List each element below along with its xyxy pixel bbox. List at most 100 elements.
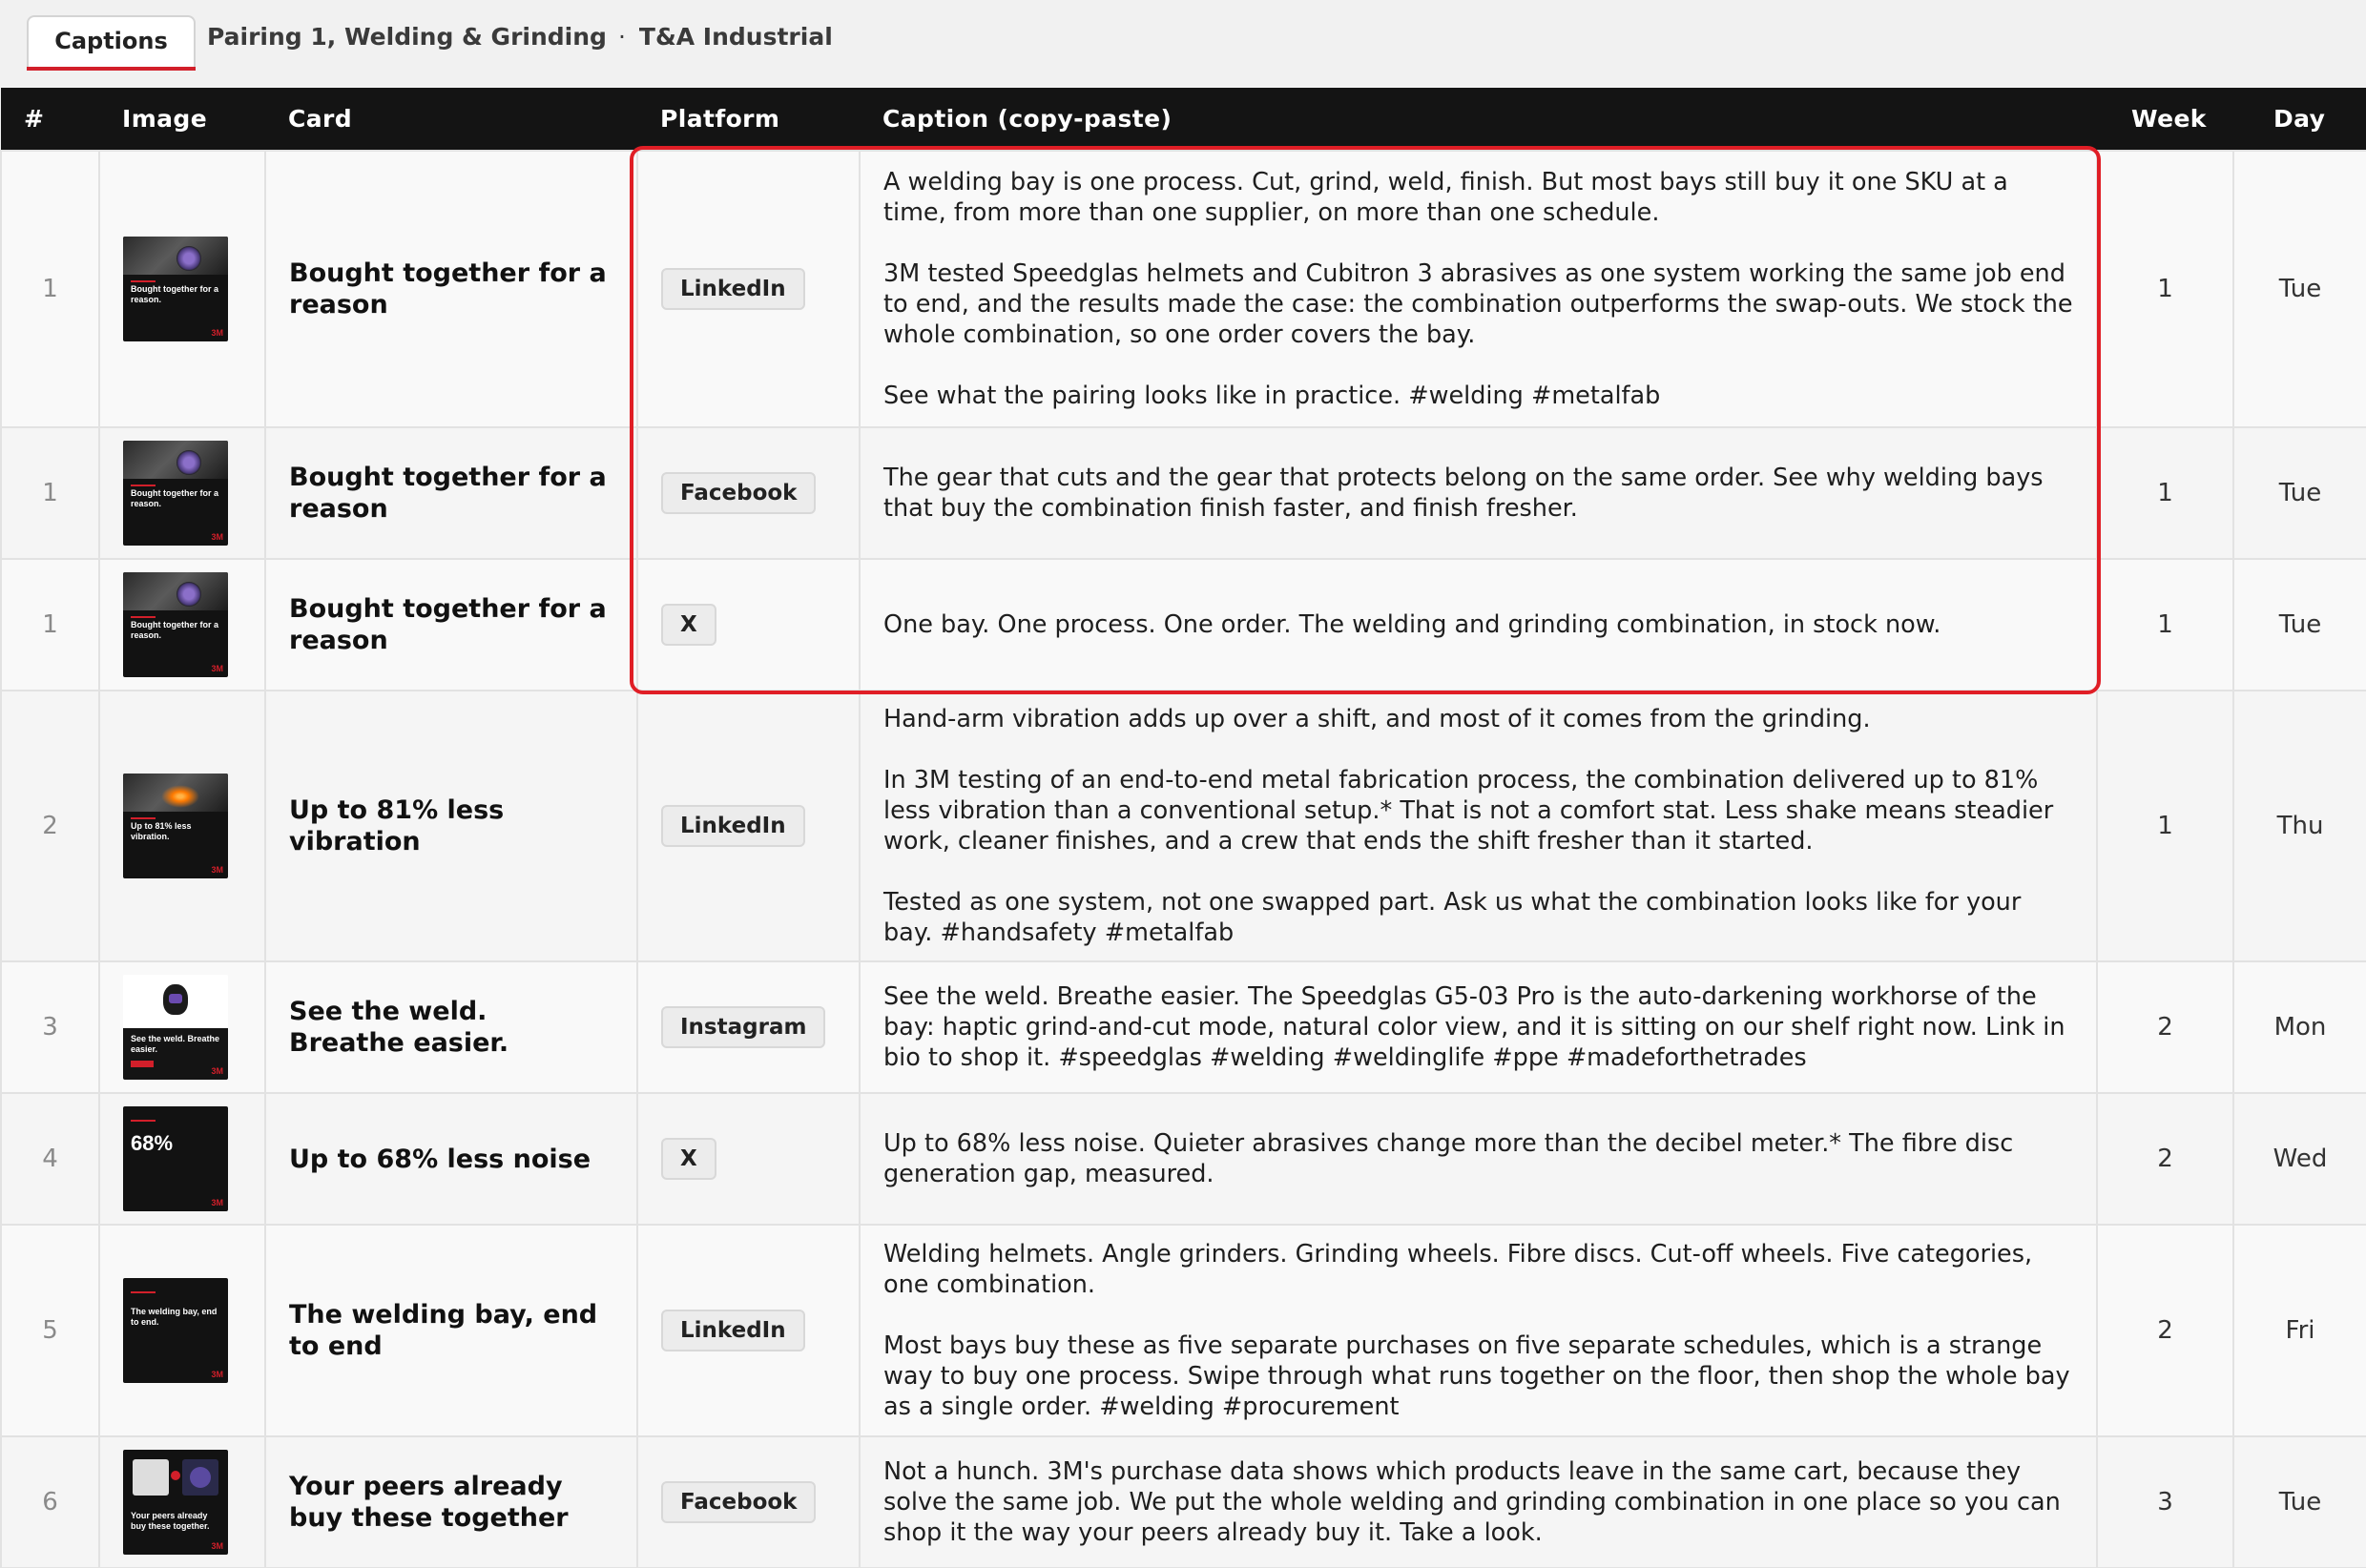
platform-badge: LinkedIn	[661, 268, 805, 310]
abrasive-disc-icon	[182, 1459, 218, 1496]
platform-badge: X	[661, 1138, 716, 1180]
week-cell: 2	[2096, 1224, 2234, 1437]
brand-mark-icon: 3M	[211, 664, 223, 673]
card-title: The welding bay, end to end	[264, 1224, 638, 1437]
table-row: 5 The welding bay, end to end. 3M The we…	[0, 1224, 2366, 1437]
column-header-caption: Caption (copy-paste)	[882, 105, 1173, 133]
breadcrumb-campaign: Pairing 1, Welding & Grinding	[207, 23, 607, 51]
thumbnail-photo	[123, 441, 228, 479]
caption-cell[interactable]: One bay. One process. One order. The wel…	[859, 558, 2098, 691]
week-cell: 1	[2096, 150, 2234, 428]
table-row: 4 68% 3M Up to 68% less noise X Up to 68…	[0, 1092, 2366, 1226]
brand-mark-icon: 3M	[211, 1066, 223, 1076]
thumbnail-title: See the weld. Breathe easier.	[131, 1034, 220, 1054]
active-tab-indicator	[27, 67, 196, 71]
platform-badge: Instagram	[661, 1006, 826, 1048]
table-row: 1 Bought together for a reason. 3M Bough…	[0, 558, 2366, 691]
week-cell: 2	[2096, 1092, 2234, 1226]
row-number: 1	[0, 558, 100, 691]
column-header-card: Card	[288, 105, 353, 133]
thumbnail-title: Bought together for a reason.	[131, 488, 218, 508]
table-row: 3 See the weld. Breathe easier. 3M See t…	[0, 960, 2366, 1094]
row-number: 2	[0, 690, 100, 962]
day-cell: Tue	[2232, 558, 2366, 691]
thumbnail-accent-line	[131, 817, 156, 819]
platform-badge: Facebook	[661, 1481, 817, 1523]
row-number: 1	[0, 426, 100, 560]
day-cell: Tue	[2232, 1435, 2366, 1568]
caption-cell[interactable]: Not a hunch. 3M's purchase data shows wh…	[859, 1435, 2098, 1568]
caption-paragraph: See the weld. Breathe easier. The Speedg…	[883, 982, 2065, 1072]
thumbnail-title: Bought together for a reason.	[131, 620, 218, 640]
thumbnail-stat: 68%	[131, 1131, 174, 1155]
abrasive-disc-icon	[176, 582, 201, 607]
thumbnail-title: Bought together for a reason.	[131, 284, 218, 304]
row-number: 6	[0, 1435, 100, 1568]
day-cell: Fri	[2232, 1224, 2366, 1437]
welding-helmet-icon	[133, 1459, 169, 1496]
day-cell: Wed	[2232, 1092, 2366, 1226]
card-title: Your peers already buy these together	[264, 1435, 638, 1568]
caption-paragraph: One bay. One process. One order. The wel…	[883, 610, 1941, 639]
brand-mark-icon: 3M	[211, 1198, 223, 1207]
brand-mark-icon: 3M	[211, 532, 223, 542]
card-thumbnail[interactable]: Your peers already buy these together. 3…	[123, 1450, 228, 1555]
table-row: 2 Up to 81% less vibration. 3M Up to 81%…	[0, 690, 2366, 962]
caption-paragraph: Tested as one system, not one swapped pa…	[883, 888, 2022, 947]
thumbnail-title: The welding bay, end to end.	[131, 1307, 218, 1327]
card-title: Up to 81% less vibration	[264, 690, 638, 962]
abrasive-disc-icon	[176, 450, 201, 475]
abrasive-disc-icon	[176, 246, 201, 271]
card-title: Bought together for a reason	[264, 558, 638, 691]
card-thumbnail[interactable]: See the weld. Breathe easier. 3M	[123, 975, 228, 1080]
card-title: See the weld. Breathe easier.	[264, 960, 638, 1094]
column-header-week: Week	[2131, 105, 2207, 133]
card-thumbnail[interactable]: Up to 81% less vibration. 3M	[123, 774, 228, 878]
day-cell: Tue	[2232, 150, 2366, 428]
tab-captions[interactable]: Captions	[27, 15, 196, 67]
thumbnail-title: Your peers already buy these together.	[131, 1511, 210, 1531]
day-cell: Mon	[2232, 960, 2366, 1094]
thumbnail-accent-line	[131, 1120, 156, 1122]
card-thumbnail[interactable]: Bought together for a reason. 3M	[123, 237, 228, 341]
plus-icon	[171, 1471, 180, 1480]
card-title: Bought together for a reason	[264, 150, 638, 428]
card-thumbnail[interactable]: 68% 3M	[123, 1106, 228, 1211]
column-header-platform: Platform	[660, 105, 780, 133]
thumbnail-accent-line	[131, 485, 156, 486]
row-number: 5	[0, 1224, 100, 1437]
top-tab-bar: Captions Pairing 1, Welding & Grinding · T…	[0, 0, 2366, 86]
thumbnail-accent-line	[131, 616, 156, 618]
thumbnail-photo	[123, 237, 228, 275]
caption-cell[interactable]: See the weld. Breathe easier. The Speedg…	[859, 960, 2098, 1094]
caption-cell[interactable]: Welding helmets. Angle grinders. Grindin…	[859, 1224, 2098, 1437]
caption-paragraph: The gear that cuts and the gear that pro…	[883, 464, 2044, 523]
caption-paragraph: Up to 68% less noise. Quieter abrasives …	[883, 1129, 2014, 1188]
caption-cell[interactable]: Hand-arm vibration adds up over a shift,…	[859, 690, 2098, 962]
caption-paragraph: A welding bay is one process. Cut, grind…	[883, 168, 2008, 227]
column-header-number: #	[24, 105, 45, 133]
grinding-sparks-icon	[161, 785, 199, 808]
platform-badge: X	[661, 604, 716, 646]
thumbnail-accent-line	[131, 280, 156, 282]
week-cell: 2	[2096, 960, 2234, 1094]
caption-cell[interactable]: Up to 68% less noise. Quieter abrasives …	[859, 1092, 2098, 1226]
day-cell: Tue	[2232, 426, 2366, 560]
week-cell: 1	[2096, 426, 2234, 560]
card-title: Bought together for a reason	[264, 426, 638, 560]
caption-cell[interactable]: The gear that cuts and the gear that pro…	[859, 426, 2098, 560]
caption-paragraph: Hand-arm vibration adds up over a shift,…	[883, 705, 1871, 733]
caption-paragraph: Most bays buy these as five separate pur…	[883, 1331, 2070, 1421]
card-thumbnail[interactable]: The welding bay, end to end. 3M	[123, 1278, 228, 1383]
thumbnail-cta-icon	[131, 1061, 154, 1067]
card-thumbnail[interactable]: Bought together for a reason. 3M	[123, 441, 228, 546]
caption-cell[interactable]: A welding bay is one process. Cut, grind…	[859, 150, 2098, 428]
caption-paragraph: 3M tested Speedglas helmets and Cubitron…	[883, 259, 2073, 349]
brand-mark-icon: 3M	[211, 1541, 223, 1551]
caption-paragraph: Not a hunch. 3M's purchase data shows wh…	[883, 1457, 2061, 1547]
week-cell: 3	[2096, 1435, 2234, 1568]
card-thumbnail[interactable]: Bought together for a reason. 3M	[123, 572, 228, 677]
caption-paragraph: See what the pairing looks like in pract…	[883, 382, 1661, 410]
table-row: 6 Your peers already buy these together.…	[0, 1435, 2366, 1568]
platform-badge: Facebook	[661, 472, 817, 514]
